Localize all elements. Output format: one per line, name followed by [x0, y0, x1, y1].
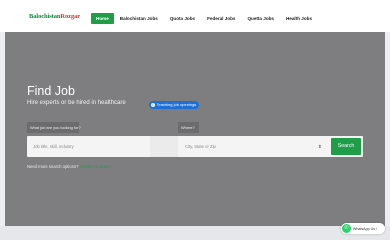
advanced-search-hint: Need more search options? Advanced searc…: [27, 164, 112, 169]
main-nav: Home Balochistan Jobs Quota Jobs Federal…: [91, 13, 318, 25]
nav-item-balochistan-jobs[interactable]: Balochistan Jobs: [114, 13, 164, 24]
location-input[interactable]: City, State or Zip: [185, 136, 305, 157]
chevron-down-icon[interactable]: ⬍: [318, 144, 322, 150]
nav-item-quota-jobs[interactable]: Quota Jobs: [164, 13, 201, 24]
help-text: Need more search options?: [27, 164, 79, 169]
site-logo[interactable]: BalochistanRozgar: [29, 13, 80, 20]
page-bottom-strip: [0, 226, 390, 240]
nav-item-home[interactable]: Home: [91, 13, 114, 24]
teaching-jobs-badge[interactable]: i Teaching job openings: [149, 101, 200, 109]
info-icon: i: [151, 103, 155, 107]
logo-part-1: Balochistan: [29, 13, 61, 20]
logo-part-2: Rozgar: [60, 13, 81, 20]
whatsapp-label: WhatsApp Us !: [353, 226, 377, 231]
nav-item-health-jobs[interactable]: Health Jobs: [280, 13, 318, 24]
whatsapp-icon: ✆: [342, 224, 351, 233]
whatsapp-chat-button[interactable]: ✆ WhatsApp Us !: [341, 223, 385, 234]
top-navbar: BalochistanRozgar Home Balochistan Jobs …: [0, 0, 390, 32]
job-keyword-input[interactable]: Job title, skill, industry: [33, 136, 148, 157]
hero-subtitle: Hire experts or be hired in healthcare: [27, 100, 126, 106]
field-divider: [150, 136, 178, 157]
search-button[interactable]: Search: [331, 138, 361, 155]
job-search-form: Job title, skill, industry City, State o…: [27, 136, 363, 157]
advanced-search-link[interactable]: Advanced search: [79, 164, 111, 169]
what-label: What job are you looking for?: [27, 122, 81, 133]
badge-label: Teaching job openings: [156, 102, 197, 107]
hero-title: Find Job: [27, 84, 75, 98]
nav-item-quetta-jobs[interactable]: Quetta Jobs: [241, 13, 280, 24]
where-label: Where?: [178, 122, 199, 133]
nav-item-federal-jobs[interactable]: Federal Jobs: [201, 13, 241, 24]
